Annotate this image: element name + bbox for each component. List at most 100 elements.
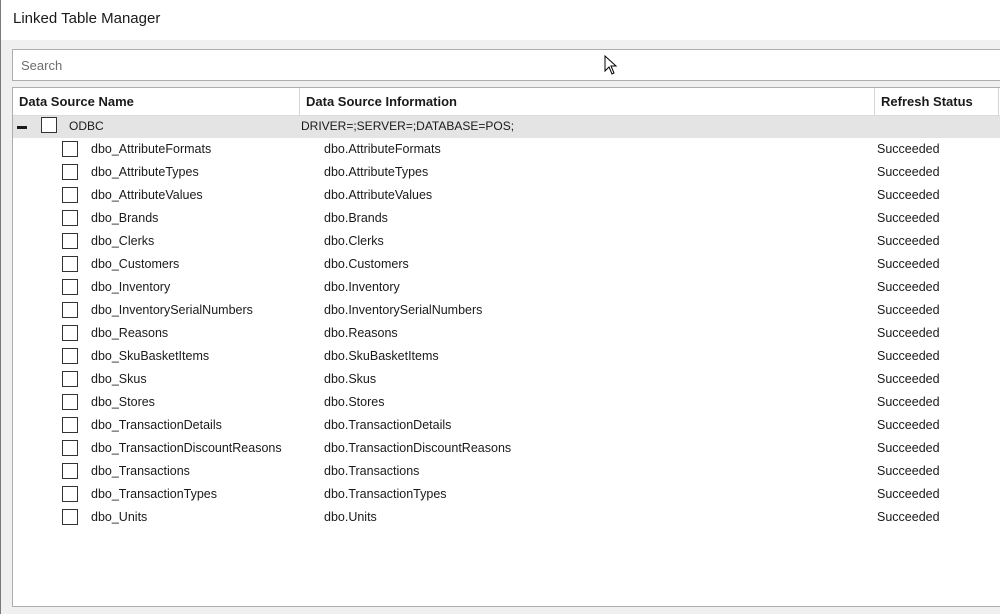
row-data-source-information: dbo.InventorySerialNumbers <box>324 303 483 317</box>
row-data-source-name: dbo_Skus <box>91 372 147 386</box>
table-row[interactable]: dbo_Skus dbo.Skus Succeeded <box>13 368 1000 391</box>
row-data-source-name: dbo_AttributeTypes <box>91 165 199 179</box>
column-header-data-source-name[interactable]: Data Source Name <box>13 88 300 115</box>
row-checkbox[interactable] <box>62 394 78 410</box>
row-data-source-information: dbo.TransactionDetails <box>324 418 452 432</box>
table-row[interactable]: dbo_TransactionTypes dbo.TransactionTypes… <box>13 483 1000 506</box>
table-row[interactable]: dbo_Units dbo.Units Succeeded <box>13 506 1000 529</box>
row-refresh-status: Succeeded <box>877 234 940 248</box>
group-checkbox[interactable] <box>41 117 57 133</box>
row-data-source-name: dbo_InventorySerialNumbers <box>91 303 253 317</box>
table-row[interactable]: dbo_Stores dbo.Stores Succeeded <box>13 391 1000 414</box>
table-row[interactable]: dbo_Transactions dbo.Transactions Succeede… <box>13 460 1000 483</box>
table-row[interactable]: dbo_SkuBasketItems dbo.SkuBasketItems Succ… <box>13 345 1000 368</box>
mouse-pointer-icon <box>604 55 618 75</box>
row-data-source-information: dbo.Reasons <box>324 326 398 340</box>
row-data-source-information: dbo.Units <box>324 510 377 524</box>
row-data-source-information: dbo.Skus <box>324 372 377 386</box>
row-refresh-status: Succeeded <box>877 372 940 386</box>
row-refresh-status: Succeeded <box>877 257 940 271</box>
row-checkbox[interactable] <box>62 417 78 433</box>
row-refresh-status: Succeeded <box>877 142 940 156</box>
table-rows: dbo_AttributeFormats dbo.AttributeFormats… <box>13 138 1000 529</box>
row-checkbox[interactable] <box>62 509 78 525</box>
window-title: Linked Table Manager <box>13 10 161 27</box>
row-checkbox[interactable] <box>62 486 78 502</box>
row-checkbox[interactable] <box>62 187 78 203</box>
row-data-source-information: dbo.Brands <box>324 211 388 225</box>
row-data-source-name: dbo_AttributeFormats <box>91 142 212 156</box>
table-row[interactable]: dbo_TransactionDiscountReasons dbo.Transa… <box>13 437 1000 460</box>
row-checkbox[interactable] <box>62 463 78 479</box>
row-checkbox[interactable] <box>62 256 78 272</box>
column-header-refresh-status[interactable]: Refresh Status <box>875 88 999 115</box>
row-checkbox[interactable] <box>62 210 78 226</box>
row-checkbox[interactable] <box>62 302 78 318</box>
row-data-source-name: dbo_AttributeValues <box>91 188 203 202</box>
row-data-source-name: dbo_SkuBasketItems <box>91 349 210 363</box>
row-data-source-name: dbo_Customers <box>91 257 180 271</box>
table-row[interactable]: dbo_Customers dbo.Customers Succeeded <box>13 253 1000 276</box>
linked-tables-list[interactable]: Data Source Name Data Source Information… <box>12 87 1000 607</box>
row-data-source-information: dbo.AttributeFormats <box>324 142 441 156</box>
search-box[interactable] <box>12 49 1000 81</box>
row-data-source-name: dbo_Reasons <box>91 326 169 340</box>
row-checkbox[interactable] <box>62 371 78 387</box>
row-data-source-name: dbo_Units <box>91 510 148 524</box>
row-data-source-name: dbo_TransactionTypes <box>91 487 218 501</box>
group-connection-info: DRIVER=;SERVER=;DATABASE=POS; <box>301 119 515 133</box>
row-checkbox[interactable] <box>62 279 78 295</box>
row-data-source-information: dbo.SkuBasketItems <box>324 349 439 363</box>
row-data-source-information: dbo.TransactionDiscountReasons <box>324 441 512 455</box>
row-data-source-information: dbo.AttributeTypes <box>324 165 429 179</box>
row-checkbox[interactable] <box>62 141 78 157</box>
row-refresh-status: Succeeded <box>877 303 940 317</box>
row-data-source-information: dbo.Customers <box>324 257 409 271</box>
group-row-odbc[interactable]: ODBC DRIVER=;SERVER=;DATABASE=POS; <box>13 116 1000 138</box>
row-data-source-name: dbo_Inventory <box>91 280 171 294</box>
table-row[interactable]: dbo_TransactionDetails dbo.TransactionDet… <box>13 414 1000 437</box>
list-header: Data Source Name Data Source Information… <box>13 88 1000 116</box>
row-data-source-name: dbo_Brands <box>91 211 159 225</box>
row-checkbox[interactable] <box>62 325 78 341</box>
table-row[interactable]: dbo_Reasons dbo.Reasons Succeeded <box>13 322 1000 345</box>
row-data-source-information: dbo.Inventory <box>324 280 400 294</box>
row-data-source-name: dbo_TransactionDiscountReasons <box>91 441 282 455</box>
row-refresh-status: Succeeded <box>877 510 940 524</box>
row-refresh-status: Succeeded <box>877 418 940 432</box>
row-data-source-information: dbo.TransactionTypes <box>324 487 447 501</box>
row-refresh-status: Succeeded <box>877 211 940 225</box>
table-row[interactable]: dbo_AttributeFormats dbo.AttributeFormats… <box>13 138 1000 161</box>
row-data-source-information: dbo.Clerks <box>324 234 384 248</box>
row-refresh-status: Succeeded <box>877 395 940 409</box>
table-row[interactable]: dbo_Clerks dbo.Clerks Succeeded <box>13 230 1000 253</box>
row-refresh-status: Succeeded <box>877 487 940 501</box>
row-data-source-information: dbo.AttributeValues <box>324 188 433 202</box>
collapse-icon[interactable] <box>17 126 27 129</box>
row-refresh-status: Succeeded <box>877 280 940 294</box>
table-row[interactable]: dbo_AttributeValues dbo.AttributeValues Su… <box>13 184 1000 207</box>
row-checkbox[interactable] <box>62 348 78 364</box>
row-checkbox[interactable] <box>62 440 78 456</box>
group-name: ODBC <box>69 119 104 133</box>
row-refresh-status: Succeeded <box>877 464 940 478</box>
search-input[interactable] <box>13 50 1000 80</box>
table-row[interactable]: dbo_Brands dbo.Brands Succeeded <box>13 207 1000 230</box>
linked-table-manager-window: Linked Table Manager Data Source Name Da… <box>0 0 1000 614</box>
table-row[interactable]: dbo_Inventory dbo.Inventory Succeeded <box>13 276 1000 299</box>
row-checkbox[interactable] <box>62 233 78 249</box>
row-data-source-information: dbo.Transactions <box>324 464 420 478</box>
row-data-source-name: dbo_Clerks <box>91 234 155 248</box>
table-row[interactable]: dbo_InventorySerialNumbers dbo.InventoryS… <box>13 299 1000 322</box>
table-row[interactable]: dbo_AttributeTypes dbo.AttributeTypes Succ… <box>13 161 1000 184</box>
row-data-source-name: dbo_Transactions <box>91 464 190 478</box>
row-refresh-status: Succeeded <box>877 349 940 363</box>
row-refresh-status: Succeeded <box>877 188 940 202</box>
row-refresh-status: Succeeded <box>877 165 940 179</box>
title-bar: Linked Table Manager <box>1 0 1000 40</box>
row-checkbox[interactable] <box>62 164 78 180</box>
column-header-data-source-information[interactable]: Data Source Information <box>300 88 875 115</box>
row-refresh-status: Succeeded <box>877 441 940 455</box>
row-data-source-name: dbo_Stores <box>91 395 155 409</box>
row-refresh-status: Succeeded <box>877 326 940 340</box>
